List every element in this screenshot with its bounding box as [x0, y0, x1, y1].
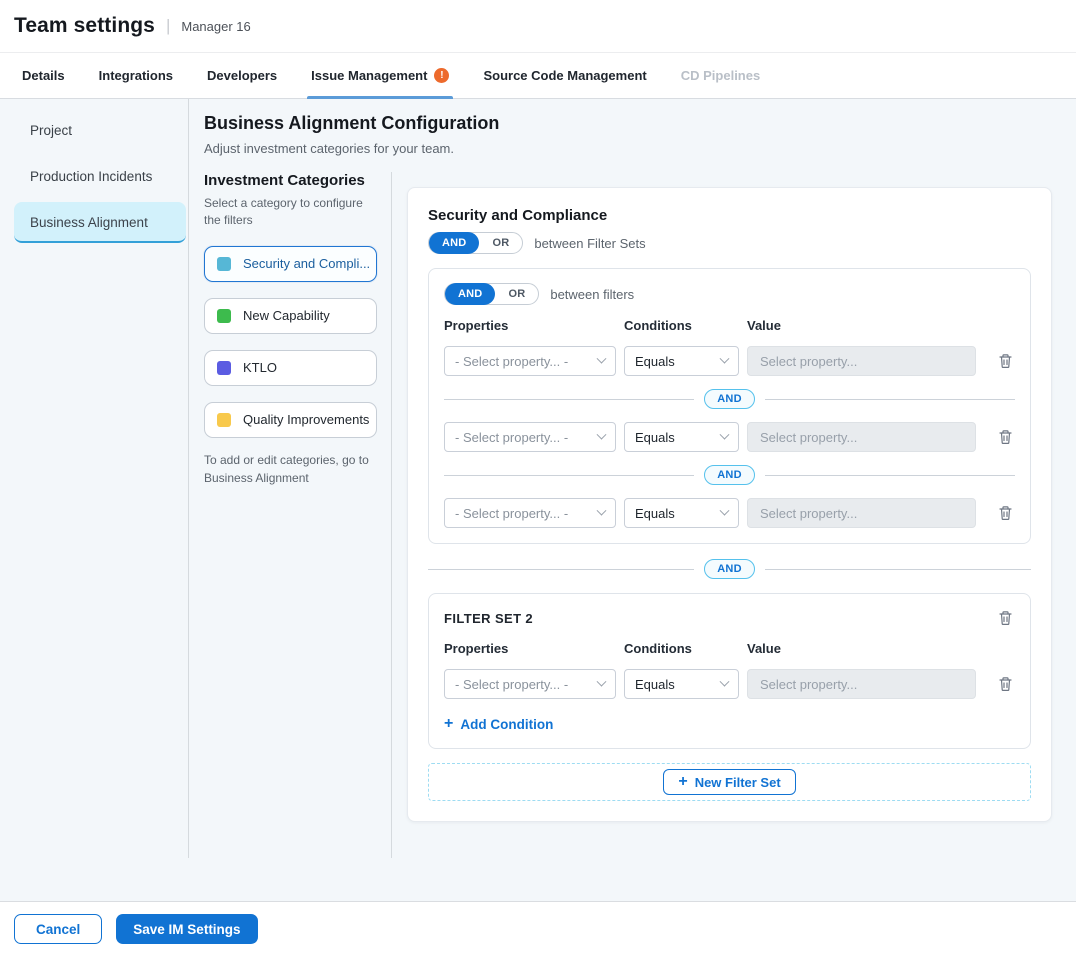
new-filter-set-button[interactable]: + New Filter Set — [663, 769, 795, 795]
properties-column-header: Properties — [444, 641, 616, 656]
delete-filter-set-icon[interactable] — [996, 608, 1015, 628]
delete-filter-icon[interactable] — [996, 674, 1015, 694]
section-title: Business Alignment Configuration — [204, 113, 1052, 134]
tab-source-code-management[interactable]: Source Code Management — [483, 53, 646, 98]
sidebar-item-production-incidents[interactable]: Production Incidents — [14, 156, 186, 197]
title-divider: | — [166, 16, 170, 36]
cancel-button[interactable]: Cancel — [14, 914, 102, 944]
settings-sidebar: Project Production Incidents Business Al… — [0, 99, 189, 858]
property-select[interactable]: - Select property... - — [444, 346, 616, 376]
category-color-swatch — [217, 257, 231, 271]
plus-icon: + — [678, 774, 687, 790]
add-condition-button[interactable]: + Add Condition — [444, 716, 553, 732]
filter-set-2-card: FILTER SET 2 Properties Conditions Value — [428, 593, 1031, 749]
chevron-down-icon — [597, 676, 607, 686]
content-area: Project Production Incidents Business Al… — [0, 99, 1076, 901]
plus-icon: + — [444, 716, 453, 732]
category-new-capability[interactable]: New Capability — [204, 298, 377, 334]
filter-row: - Select property... - Equals — [444, 422, 1015, 452]
value-input[interactable] — [747, 669, 976, 699]
page-title: Team settings — [14, 14, 155, 38]
chevron-down-icon — [720, 429, 730, 439]
category-color-swatch — [217, 361, 231, 375]
investment-categories-panel: Investment Categories Select a category … — [204, 172, 392, 858]
and-segment[interactable]: AND — [429, 232, 479, 254]
filter-sets-and-or-toggle[interactable]: AND OR — [428, 232, 523, 254]
app-header: Team settings | Manager 16 — [0, 0, 1076, 53]
sidebar-item-project[interactable]: Project — [14, 110, 186, 151]
category-security-and-compliance[interactable]: Security and Compli... — [204, 246, 377, 282]
conditions-column-header: Conditions — [624, 641, 739, 656]
delete-filter-icon[interactable] — [996, 427, 1015, 447]
category-color-swatch — [217, 309, 231, 323]
properties-column-header: Properties — [444, 318, 616, 333]
between-filters-label: between filters — [550, 287, 634, 302]
category-quality-improvements[interactable]: Quality Improvements — [204, 402, 377, 438]
team-name: Manager 16 — [181, 19, 250, 34]
tab-developers[interactable]: Developers — [207, 53, 277, 98]
filter-row: - Select property... - Equals — [444, 498, 1015, 528]
filter-row: - Select property... - Equals — [444, 346, 1015, 376]
main-section: Business Alignment Configuration Adjust … — [189, 99, 1076, 858]
investment-categories-subtitle: Select a category to configure the filte… — [204, 195, 364, 230]
and-segment[interactable]: AND — [445, 283, 495, 305]
condition-select[interactable]: Equals — [624, 346, 739, 376]
filter-set-2-title: FILTER SET 2 — [444, 611, 533, 626]
and-connector: AND — [444, 465, 1015, 485]
and-connector: AND — [444, 389, 1015, 409]
filters-and-or-toggle[interactable]: AND OR — [444, 283, 539, 305]
tab-issue-management[interactable]: Issue Management ! — [311, 53, 449, 98]
chevron-down-icon — [597, 353, 607, 363]
filters-panel: Security and Compliance AND OR between F… — [392, 172, 1052, 858]
alert-badge-icon: ! — [434, 68, 449, 83]
conditions-column-header: Conditions — [624, 318, 739, 333]
tab-cd-pipelines: CD Pipelines — [681, 53, 760, 98]
property-select[interactable]: - Select property... - — [444, 422, 616, 452]
config-card-title: Security and Compliance — [428, 207, 1031, 224]
investment-categories-title: Investment Categories — [204, 172, 377, 189]
between-filter-sets-label: between Filter Sets — [534, 236, 645, 251]
chevron-down-icon — [597, 429, 607, 439]
chevron-down-icon — [597, 505, 607, 515]
condition-select[interactable]: Equals — [624, 669, 739, 699]
value-input[interactable] — [747, 422, 976, 452]
save-im-settings-button[interactable]: Save IM Settings — [116, 914, 257, 944]
condition-select[interactable]: Equals — [624, 422, 739, 452]
or-segment[interactable]: OR — [479, 237, 522, 249]
filter-row: - Select property... - Equals — [444, 669, 1015, 699]
category-ktlo[interactable]: KTLO — [204, 350, 377, 386]
tab-integrations[interactable]: Integrations — [99, 53, 173, 98]
filter-set-1-card: AND OR between filters Properties Condit… — [428, 268, 1031, 544]
action-footer: Cancel Save IM Settings — [0, 901, 1076, 956]
tab-bar: Details Integrations Developers Issue Ma… — [0, 53, 1076, 99]
condition-select[interactable]: Equals — [624, 498, 739, 528]
property-select[interactable]: - Select property... - — [444, 498, 616, 528]
value-column-header: Value — [747, 318, 976, 333]
chevron-down-icon — [720, 505, 730, 515]
sidebar-item-business-alignment[interactable]: Business Alignment — [14, 202, 186, 243]
tab-details[interactable]: Details — [22, 53, 65, 98]
delete-filter-icon[interactable] — [996, 351, 1015, 371]
categories-footnote: To add or edit categories, go to Busines… — [204, 451, 369, 487]
and-connector-between-sets: AND — [428, 559, 1031, 579]
chevron-down-icon — [720, 676, 730, 686]
new-filter-set-dropzone: + New Filter Set — [428, 763, 1031, 801]
property-select[interactable]: - Select property... - — [444, 669, 616, 699]
section-subtitle: Adjust investment categories for your te… — [204, 141, 1052, 156]
value-input[interactable] — [747, 346, 976, 376]
category-color-swatch — [217, 413, 231, 427]
value-input[interactable] — [747, 498, 976, 528]
delete-filter-icon[interactable] — [996, 503, 1015, 523]
category-config-card: Security and Compliance AND OR between F… — [407, 187, 1052, 822]
chevron-down-icon — [720, 353, 730, 363]
value-column-header: Value — [747, 641, 976, 656]
or-segment[interactable]: OR — [495, 288, 538, 300]
